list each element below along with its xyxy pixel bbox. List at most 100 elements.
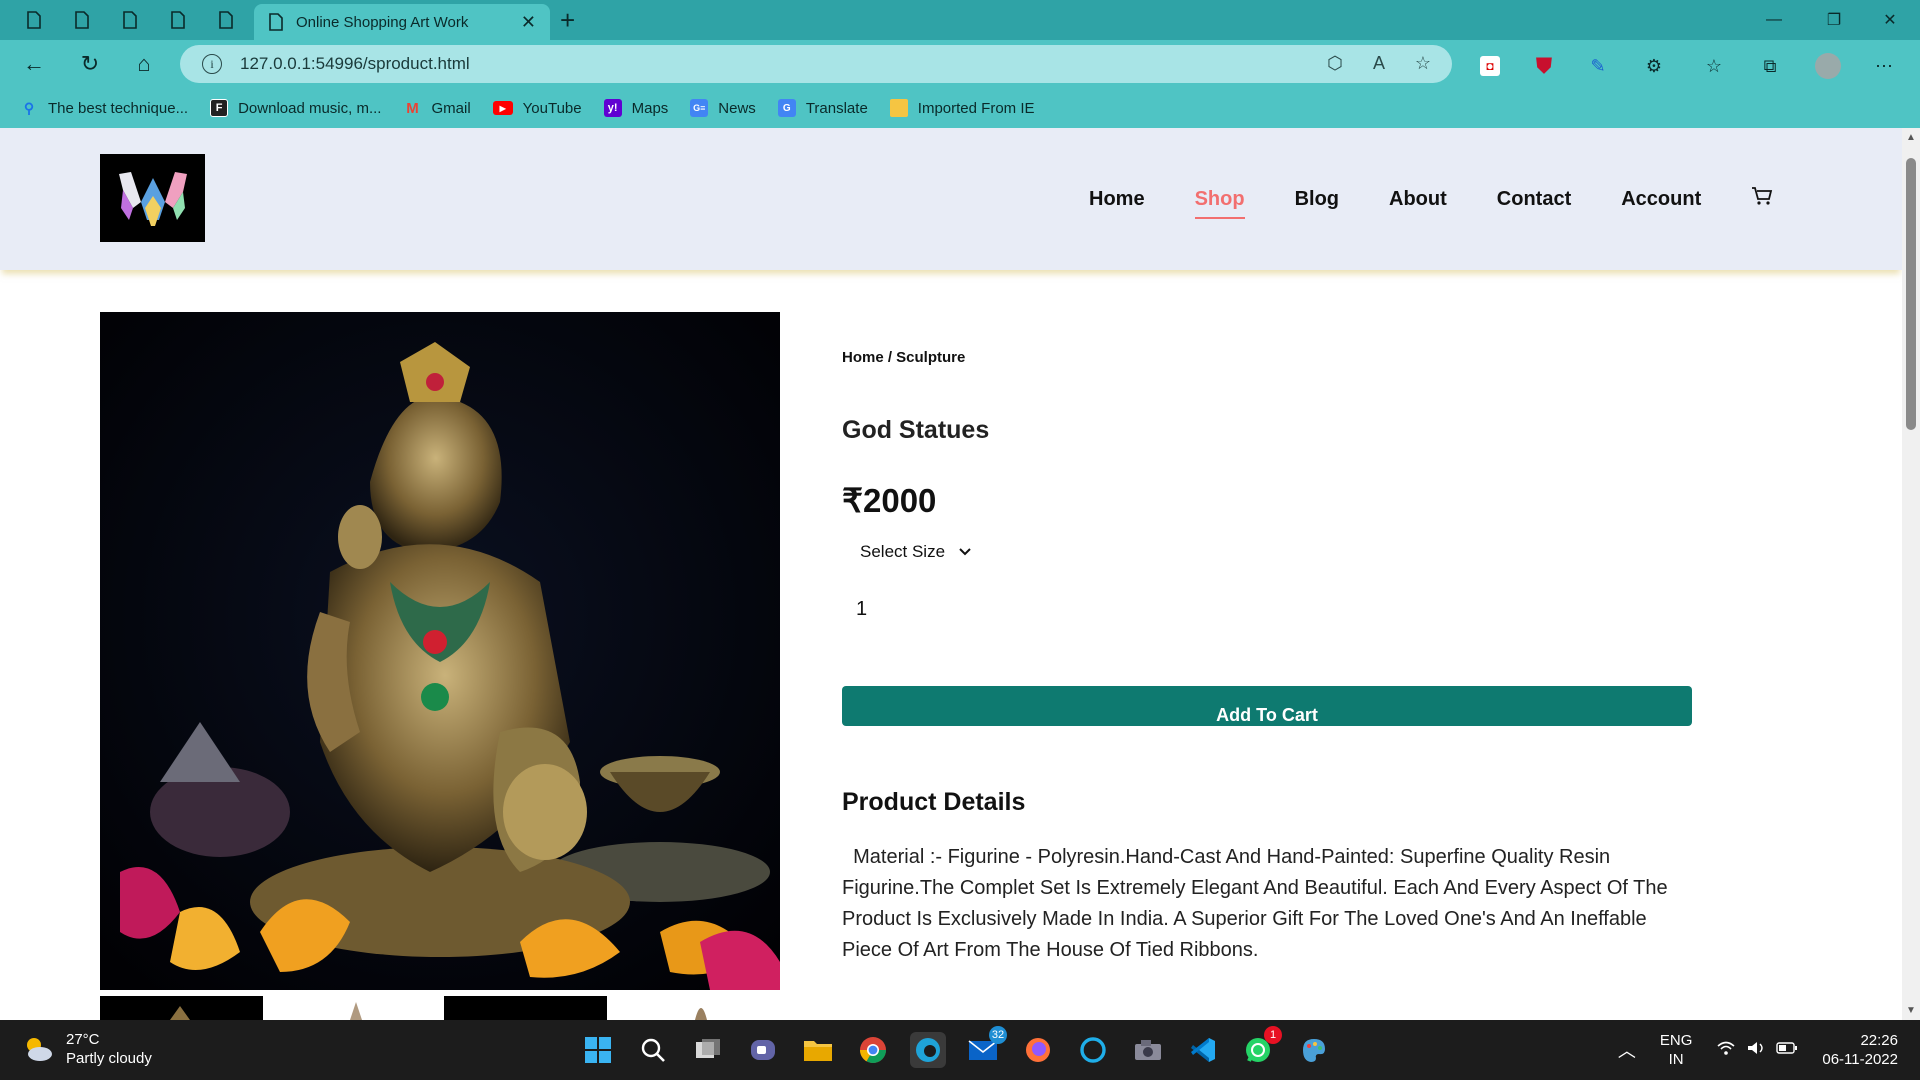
product-details-text: Material :- Figurine - Polyresin.Hand-Ca…: [842, 846, 1674, 961]
bookmark-label: Imported From IE: [917, 99, 1035, 117]
vertical-scrollbar[interactable]: ▲ ▼: [1902, 128, 1920, 1020]
mail-icon[interactable]: 32: [965, 1026, 1007, 1068]
whatsapp-badge: 1: [1264, 1026, 1282, 1044]
temperature: 27°C: [66, 1031, 100, 1048]
mcafee-icon[interactable]: ⛊: [1530, 52, 1558, 80]
scroll-up-icon[interactable]: ▲: [1906, 132, 1916, 143]
product-price: ₹2000: [842, 482, 937, 519]
profile-avatar[interactable]: [1814, 52, 1842, 80]
clock[interactable]: 22:26 06-11-2022: [1822, 1031, 1898, 1069]
tab-page-icon[interactable]: [156, 6, 200, 34]
thumbnail-image[interactable]: [444, 996, 607, 1020]
tab-page-icon[interactable]: [204, 6, 248, 34]
paint-icon[interactable]: [1295, 1032, 1331, 1068]
web-page: Home Shop Blog About Contact Account Hom…: [0, 128, 1902, 1020]
search-icon[interactable]: [635, 1032, 671, 1068]
cart-icon[interactable]: [1751, 186, 1773, 212]
language-indicator[interactable]: ENG IN: [1660, 1031, 1693, 1069]
tab-page-icon[interactable]: [108, 6, 152, 34]
site-info-icon[interactable]: i: [202, 54, 222, 74]
close-tab-icon[interactable]: ✕: [521, 12, 536, 33]
bookmark-item[interactable]: G Translate: [777, 99, 868, 117]
nav-shop[interactable]: Shop: [1194, 188, 1245, 219]
bookmark-label: Maps: [631, 99, 669, 117]
close-window-button[interactable]: ✕: [1862, 0, 1918, 40]
bookmark-item[interactable]: F Download music, m...: [210, 99, 381, 117]
bookmark-item[interactable]: Imported From IE: [889, 99, 1035, 117]
nav-account[interactable]: Account: [1621, 188, 1701, 211]
back-button[interactable]: ←: [18, 48, 50, 80]
breadcrumb[interactable]: Home / Sculpture: [842, 349, 965, 366]
camera-app-icon[interactable]: [1130, 1032, 1166, 1068]
teams-chat-icon[interactable]: [745, 1032, 781, 1068]
bookmark-item[interactable]: M Gmail: [403, 99, 470, 117]
collections-icon[interactable]: ⧉: [1756, 52, 1784, 80]
bookmark-item[interactable]: G≡ News: [690, 99, 756, 117]
file-explorer-icon[interactable]: [800, 1032, 836, 1068]
tab-title: Online Shopping Art Work: [296, 13, 469, 31]
product-thumbnails: [100, 996, 780, 1020]
bookmark-item[interactable]: y! Maps: [603, 99, 669, 117]
nav-contact[interactable]: Contact: [1497, 188, 1571, 211]
main-nav: Home Shop Blog About Contact Account: [1089, 186, 1773, 219]
bookmarks-bar: ⚲ The best technique... F Download music, …: [0, 88, 1920, 128]
extension-icon[interactable]: ✎: [1584, 52, 1612, 80]
scrollbar-thumb[interactable]: [1906, 158, 1916, 430]
nav-home[interactable]: Home: [1089, 188, 1145, 211]
task-view-icon[interactable]: [690, 1032, 726, 1068]
site-logo[interactable]: [100, 154, 205, 242]
firefox-icon[interactable]: [1020, 1032, 1056, 1068]
weather-condition: Partly cloudy: [66, 1050, 152, 1067]
bookmark-item[interactable]: ▶ YouTube: [492, 99, 582, 117]
statue-image: [100, 312, 780, 990]
nav-about[interactable]: About: [1389, 188, 1447, 211]
search-icon: ⚲: [23, 99, 35, 116]
thumbnail-image[interactable]: [100, 996, 263, 1020]
tag-icon[interactable]: ⬡: [1322, 50, 1348, 76]
more-menu-icon[interactable]: ⋯: [1870, 52, 1898, 80]
chevron-up-icon[interactable]: ︿: [1618, 1037, 1636, 1063]
minimize-button[interactable]: —: [1746, 0, 1802, 40]
restore-button[interactable]: ❐: [1806, 0, 1862, 40]
site-header: Home Shop Blog About Contact Account: [0, 128, 1902, 270]
thumbnail-image[interactable]: [617, 996, 780, 1020]
wifi-icon[interactable]: [1716, 1040, 1736, 1061]
volume-icon[interactable]: [1746, 1040, 1766, 1061]
quantity-input[interactable]: 1: [856, 598, 867, 621]
tab-page-icon[interactable]: [60, 6, 104, 34]
size-select[interactable]: Select Size: [860, 542, 971, 562]
extension-icon[interactable]: ◘: [1476, 52, 1504, 80]
bookmark-item[interactable]: ⚲ The best technique...: [20, 99, 188, 117]
favorites-icon[interactable]: ☆: [1700, 52, 1728, 80]
clock-time: 22:26: [1860, 1032, 1898, 1049]
address-bar[interactable]: i 127.0.0.1:54996/sproduct.html: [180, 45, 1452, 83]
home-button[interactable]: ⌂: [128, 48, 160, 80]
scroll-down-icon[interactable]: ▼: [1906, 1005, 1916, 1016]
thumbnail-image[interactable]: [272, 996, 432, 1020]
refresh-button[interactable]: ↻: [74, 48, 106, 80]
edge-icon[interactable]: [910, 1032, 946, 1068]
bookmark-label: YouTube: [522, 99, 582, 117]
add-to-cart-button[interactable]: Add To Cart: [842, 686, 1692, 726]
language-code: ENG: [1659, 1032, 1693, 1049]
add-favorite-icon[interactable]: ☆: [1410, 50, 1436, 76]
chrome-icon[interactable]: [855, 1032, 891, 1068]
bookmark-label: News: [718, 99, 756, 117]
new-tab-button[interactable]: +: [560, 6, 575, 34]
windows-start-icon[interactable]: [580, 1032, 616, 1068]
product-main-image[interactable]: [100, 312, 780, 990]
battery-icon[interactable]: [1776, 1041, 1798, 1060]
read-aloud-icon[interactable]: A: [1366, 50, 1392, 76]
size-select-value: Select Size: [860, 542, 946, 561]
tab-page-icon[interactable]: [12, 6, 56, 34]
active-tab[interactable]: Online Shopping Art Work ✕: [254, 4, 550, 40]
cortana-icon[interactable]: [1075, 1032, 1111, 1068]
extensions-icon[interactable]: ⚙: [1640, 52, 1668, 80]
f-icon: F: [210, 99, 229, 117]
product-details-heading: Product Details: [842, 788, 1026, 816]
weather-widget[interactable]: 27°C Partly cloudy: [22, 1030, 152, 1068]
clock-date: 06-11-2022: [1822, 1051, 1898, 1068]
whatsapp-icon[interactable]: 1: [1240, 1026, 1282, 1068]
nav-blog[interactable]: Blog: [1295, 188, 1339, 211]
vscode-icon[interactable]: [1185, 1032, 1221, 1068]
